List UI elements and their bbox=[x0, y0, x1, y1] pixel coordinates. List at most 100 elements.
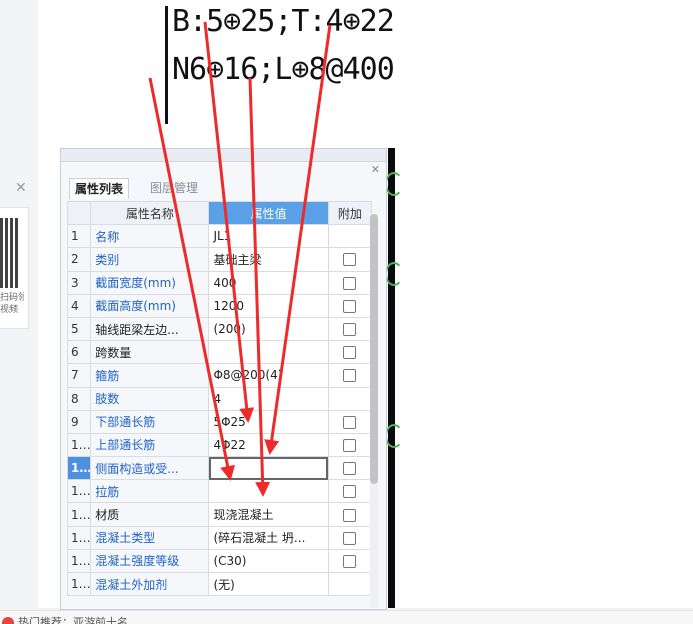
property-name[interactable]: 材质 bbox=[90, 502, 210, 527]
property-name[interactable]: 混凝土外加剂 bbox=[90, 571, 210, 597]
row-number: 4 bbox=[66, 293, 92, 318]
table-row[interactable]: 12 拉筋 bbox=[66, 479, 373, 504]
property-name[interactable]: 截面高度(mm) bbox=[90, 293, 210, 318]
cad-leader-line bbox=[165, 6, 168, 124]
add-cell bbox=[327, 479, 373, 504]
table-row[interactable]: 5 轴线距梁左边... (200) bbox=[66, 316, 373, 342]
add-checkbox[interactable] bbox=[343, 276, 357, 290]
property-value[interactable]: 400 bbox=[208, 270, 329, 295]
add-checkbox[interactable] bbox=[343, 415, 357, 429]
property-value[interactable]: JL1 bbox=[208, 224, 329, 249]
property-value[interactable]: 4 bbox=[208, 386, 329, 411]
property-name[interactable]: 拉筋 bbox=[90, 479, 210, 504]
property-name[interactable]: 下部通长筋 bbox=[90, 409, 210, 434]
close-icon[interactable]: ✕ bbox=[15, 180, 27, 196]
add-checkbox[interactable] bbox=[343, 323, 357, 337]
property-value[interactable]: 基础主梁 bbox=[208, 247, 329, 272]
table-row[interactable]: 1 名称 JL1 bbox=[66, 224, 373, 249]
table-row[interactable]: 13 材质 现浇混凝土 bbox=[66, 502, 373, 527]
add-cell bbox=[327, 409, 373, 434]
property-name[interactable]: 跨数量 bbox=[90, 340, 210, 365]
property-name[interactable]: 混凝土类型 bbox=[90, 525, 210, 550]
property-name[interactable]: 混凝土强度等级 bbox=[90, 548, 210, 574]
property-name[interactable]: 类别 bbox=[90, 247, 210, 272]
property-panel: ✕ 属性列表 图层管理 属性名称 属性值 附加 1 名称 JL1 2 类别 基础主梁 3 截面… bbox=[60, 148, 387, 610]
table-row[interactable]: 2 类别 基础主梁 bbox=[66, 247, 373, 272]
qr-code-icon bbox=[0, 218, 20, 288]
property-value[interactable] bbox=[208, 340, 329, 365]
row-number: 15 bbox=[66, 548, 92, 574]
add-checkbox[interactable] bbox=[343, 253, 357, 267]
add-cell bbox=[327, 363, 373, 388]
tab-layers[interactable]: 图层管理 bbox=[145, 178, 203, 198]
add-checkbox[interactable] bbox=[343, 554, 357, 568]
panel-close-icon[interactable]: ✕ bbox=[371, 163, 380, 176]
header-value[interactable]: 属性值 bbox=[208, 200, 329, 226]
add-cell bbox=[327, 432, 373, 458]
add-checkbox[interactable] bbox=[343, 369, 357, 383]
add-cell bbox=[327, 456, 373, 481]
row-number: 12 bbox=[66, 479, 92, 504]
property-name[interactable]: 侧面构造或受... bbox=[90, 456, 210, 481]
row-number: 3 bbox=[66, 270, 92, 295]
table-row[interactable]: 7 箍筋 Φ8@200(4) bbox=[66, 363, 373, 388]
qr-card[interactable]: 扫码领 视频 bbox=[0, 207, 29, 329]
row-number: 2 bbox=[66, 247, 92, 272]
property-name[interactable]: 截面宽度(mm) bbox=[90, 270, 210, 295]
property-name[interactable]: 箍筋 bbox=[90, 363, 210, 388]
property-value[interactable]: (200) bbox=[208, 316, 329, 342]
property-name[interactable]: 轴线距梁左边... bbox=[90, 316, 210, 342]
add-cell bbox=[327, 247, 373, 272]
green-marker-icon bbox=[385, 262, 403, 286]
left-side-strip: ✕ 扫码领 视频 bbox=[0, 0, 38, 610]
table-row[interactable]: 11 侧面构造或受... bbox=[66, 456, 373, 481]
add-checkbox[interactable] bbox=[343, 299, 357, 313]
property-value[interactable]: Φ8@200(4) bbox=[208, 363, 329, 388]
table-row[interactable]: 8 肢数 4 bbox=[66, 386, 373, 411]
add-checkbox[interactable] bbox=[343, 485, 357, 499]
table-row[interactable]: 15 混凝土强度等级 (C30) bbox=[66, 548, 373, 574]
property-value[interactable]: (碎石混凝土 坍... bbox=[208, 525, 329, 550]
property-value[interactable]: (无) bbox=[208, 571, 329, 597]
add-cell bbox=[327, 571, 373, 597]
table-row[interactable]: 10 上部通长筋 4Φ22 bbox=[66, 432, 373, 458]
property-name[interactable]: 名称 bbox=[90, 224, 210, 249]
add-cell bbox=[327, 525, 373, 550]
property-name[interactable]: 肢数 bbox=[90, 386, 210, 411]
table-row[interactable]: 16 混凝土外加剂 (无) bbox=[66, 571, 373, 597]
row-number: 6 bbox=[66, 340, 92, 365]
tab-properties[interactable]: 属性列表 bbox=[69, 178, 130, 199]
table-row[interactable]: 4 截面高度(mm) 1200 bbox=[66, 293, 373, 318]
add-checkbox[interactable] bbox=[343, 346, 357, 360]
property-value[interactable]: 现浇混凝土 bbox=[208, 502, 329, 527]
table-row[interactable]: 6 跨数量 bbox=[66, 340, 373, 365]
add-checkbox[interactable] bbox=[343, 508, 357, 522]
property-name[interactable]: 上部通长筋 bbox=[90, 432, 210, 458]
add-cell bbox=[327, 548, 373, 574]
qr-label: 扫码领 视频 bbox=[0, 293, 24, 315]
add-checkbox[interactable] bbox=[343, 462, 357, 476]
property-table: 属性名称 属性值 附加 1 名称 JL1 2 类别 基础主梁 3 截面宽度(mm) 400 4 截面… bbox=[66, 200, 373, 597]
property-value[interactable] bbox=[208, 479, 329, 504]
bottom-notice-bar: 热门推荐：亚游前十名 bbox=[0, 610, 693, 624]
add-checkbox[interactable] bbox=[343, 531, 357, 545]
add-cell bbox=[327, 340, 373, 365]
property-value[interactable]: (C30) bbox=[208, 548, 329, 574]
add-cell bbox=[327, 502, 373, 527]
add-cell bbox=[327, 270, 373, 295]
header-add[interactable]: 附加 bbox=[327, 200, 373, 226]
panel-scrollbar[interactable] bbox=[370, 214, 378, 608]
property-value[interactable]: 1200 bbox=[208, 293, 329, 318]
table-row[interactable]: 9 下部通长筋 5Φ25 bbox=[66, 409, 373, 434]
property-value[interactable]: 5Φ25 bbox=[208, 409, 329, 434]
add-checkbox[interactable] bbox=[343, 438, 357, 452]
property-value[interactable] bbox=[208, 456, 329, 481]
table-row[interactable]: 14 混凝土类型 (碎石混凝土 坍... bbox=[66, 525, 373, 550]
property-value[interactable]: 4Φ22 bbox=[208, 432, 329, 458]
scrollbar-thumb[interactable] bbox=[370, 214, 378, 484]
cad-annotation-line2: N6⊕16;L⊕8@400 bbox=[172, 52, 395, 87]
row-number: 9 bbox=[66, 409, 92, 434]
table-row[interactable]: 3 截面宽度(mm) 400 bbox=[66, 270, 373, 295]
header-name[interactable]: 属性名称 bbox=[90, 200, 210, 226]
panel-title-bar[interactable] bbox=[61, 149, 386, 162]
